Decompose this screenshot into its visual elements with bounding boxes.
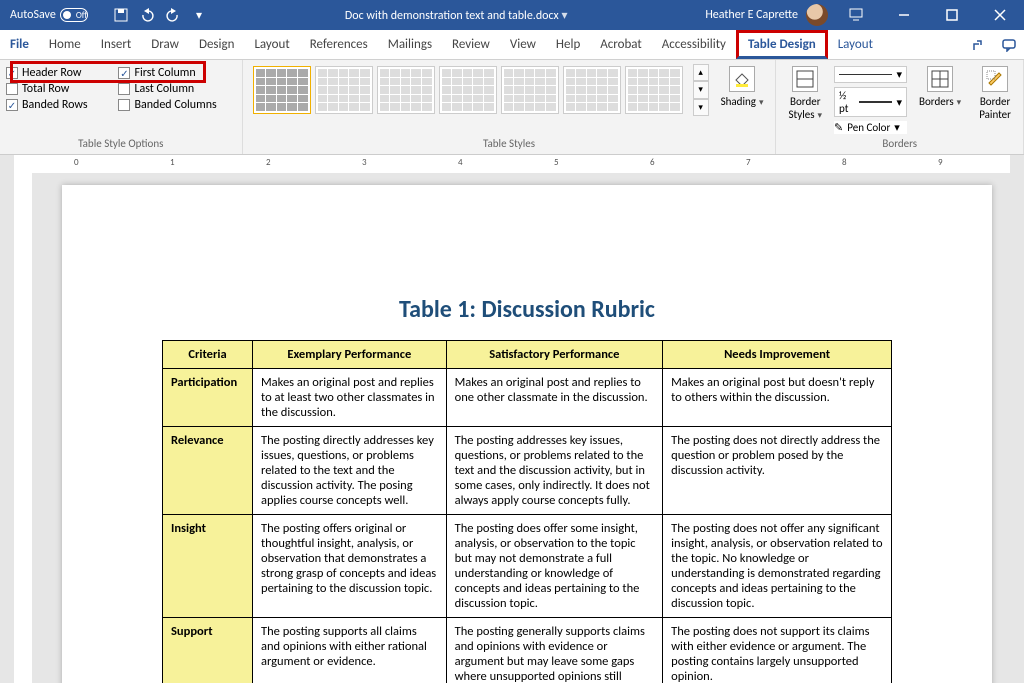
border-painter-icon [982,66,1008,92]
tab-insert[interactable]: Insert [91,30,142,59]
tab-layout[interactable]: Layout [244,30,299,59]
document-heading[interactable]: Table 1: Discussion Rubric [162,295,892,324]
document-title: Doc with demonstration text and table.do… [207,8,705,23]
paint-bucket-icon [729,66,755,92]
undo-icon[interactable] [139,7,155,23]
title-bar: AutoSave Off ▾ Doc with demonstration te… [0,0,1024,30]
minimize-icon[interactable] [884,0,924,30]
ribbon-options-icon[interactable] [836,0,876,30]
redo-icon[interactable] [165,7,181,23]
table-row: Participation Makes an original post and… [163,369,892,427]
tab-mailings[interactable]: Mailings [378,30,442,59]
tab-design[interactable]: Design [189,30,244,59]
group-label-tso: Table Style Options [6,137,236,152]
chk-last-column[interactable]: Last Column [118,82,235,96]
user-name[interactable]: Heather E Caprette [705,8,798,22]
gallery-scroll[interactable]: ▴▾▾ [693,64,709,116]
comments-icon[interactable] [994,30,1024,59]
th-satisfactory[interactable]: Satisfactory Performance [446,341,663,369]
group-label-borders: Borders [782,137,1017,152]
pen-style-dropdown[interactable]: ▾ [834,66,907,83]
chk-banded-columns[interactable]: Banded Columns [118,98,235,112]
group-borders: Border Styles ▾ ½ pt▾ ✎Pen Color▾ Border… [776,60,1024,154]
autosave-toggle[interactable]: AutoSave Off [10,8,103,22]
table-style-gallery[interactable] [249,64,687,116]
tab-view[interactable]: View [500,30,546,59]
save-icon[interactable] [113,7,129,23]
avatar[interactable] [806,4,828,26]
th-criteria[interactable]: Criteria [163,341,253,369]
chk-total-row[interactable]: Total Row [6,82,106,96]
th-exemplary[interactable]: Exemplary Performance [253,341,447,369]
tab-file[interactable]: File [0,30,39,59]
page-viewport[interactable]: Table 1: Discussion Rubric Criteria Exem… [32,173,1010,683]
th-needs[interactable]: Needs Improvement [663,341,892,369]
pen-icon: ✎ [834,121,843,134]
border-painter-button[interactable]: Border Painter [973,64,1017,123]
borders-icon [927,66,953,92]
tab-references[interactable]: References [300,30,378,59]
chk-banded-rows[interactable]: ✓Banded Rows [6,98,106,112]
tab-table-design[interactable]: Table Design [736,30,828,59]
chk-first-column[interactable]: ✓First Column [118,66,235,80]
document-page: Table 1: Discussion Rubric Criteria Exem… [62,185,992,683]
tab-table-layout[interactable]: Layout [828,30,883,59]
pen-color-dropdown[interactable]: ✎Pen Color▾ [834,121,907,134]
table-header-row: Criteria Exemplary Performance Satisfact… [163,341,892,369]
tab-accessibility[interactable]: Accessibility [652,30,736,59]
pen-weight-dropdown[interactable]: ½ pt▾ [834,87,907,117]
borders-button[interactable]: Borders [913,64,967,110]
close-icon[interactable] [980,0,1020,30]
chk-header-row[interactable]: ✓Header Row [6,66,106,80]
table-row: Relevance The posting directly addresses… [163,427,892,515]
group-table-styles: ▴▾▾ Shading Table Styles [243,60,777,154]
group-label-styles: Table Styles [249,137,770,152]
tab-acrobat[interactable]: Acrobat [590,30,652,59]
qat-more-icon[interactable]: ▾ [191,7,207,23]
table-row: Support The posting supports all claims … [163,618,892,683]
tab-help[interactable]: Help [546,30,590,59]
share-icon[interactable] [964,30,994,59]
tab-review[interactable]: Review [442,30,500,59]
ruler-horizontal[interactable]: 0123456789 [14,155,1010,173]
ruler-vertical[interactable] [14,173,32,683]
ribbon: ✓Header Row ✓First Column Total Row Last… [0,60,1024,155]
border-styles-icon [792,66,818,92]
border-styles-button[interactable]: Border Styles [782,64,828,123]
ribbon-tabs: File Home Insert Draw Design Layout Refe… [0,30,1024,60]
table-row: Insight The posting offers original or t… [163,515,892,618]
maximize-icon[interactable] [932,0,972,30]
shading-button[interactable]: Shading [715,64,770,110]
tab-draw[interactable]: Draw [141,30,189,59]
group-table-style-options: ✓Header Row ✓First Column Total Row Last… [0,60,243,154]
rubric-table[interactable]: Criteria Exemplary Performance Satisfact… [162,340,892,683]
autosave-label: AutoSave [10,8,56,22]
tab-home[interactable]: Home [39,30,91,59]
